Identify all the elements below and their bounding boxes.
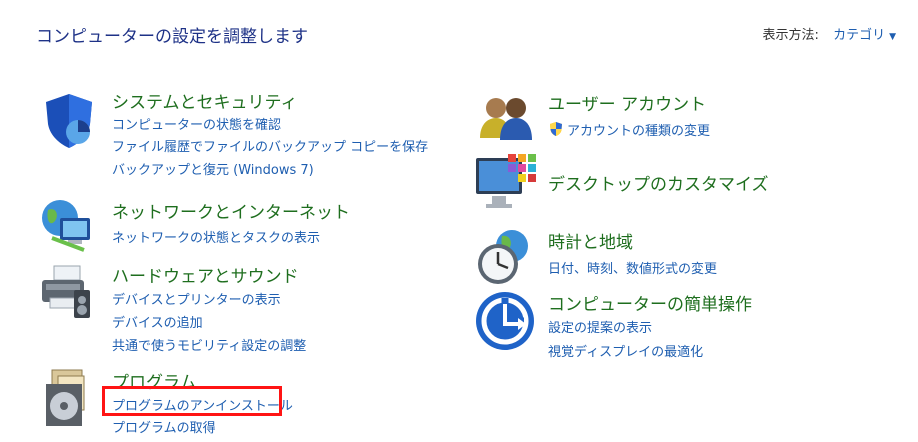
category-title[interactable]: ユーザー アカウント (548, 90, 706, 115)
link-backup-restore[interactable]: バックアップと復元 (Windows 7) (112, 159, 314, 178)
link-file-history[interactable]: ファイル履歴でファイルのバックアップ コピーを保存 (112, 136, 428, 155)
monitor-personalize-icon (476, 154, 536, 208)
category-title[interactable]: コンピューターの簡単操作 (548, 290, 752, 315)
link-optimize-display[interactable]: 視覚ディスプレイの最適化 (548, 341, 703, 360)
category-title[interactable]: 時計と地域 (548, 228, 633, 253)
security-shield-icon (46, 94, 92, 148)
link-add-device[interactable]: デバイスの追加 (112, 312, 203, 331)
view-by: 表示方法: カテゴリ ▼ (763, 24, 896, 43)
view-by-value[interactable]: カテゴリ (833, 28, 885, 43)
ease-of-access-icon (476, 292, 534, 350)
uac-shield-icon (550, 122, 562, 136)
link-get-programs[interactable]: プログラムの取得 (112, 417, 216, 436)
category-title[interactable]: ネットワークとインターネット (112, 198, 350, 223)
network-globe-icon (42, 200, 90, 252)
page-title: コンピューターの設定を調整します (36, 27, 308, 47)
category-title[interactable]: システムとセキュリティ (112, 88, 297, 113)
view-by-label: 表示方法: (762, 28, 819, 43)
clock-globe-icon (478, 230, 528, 284)
users-icon (480, 98, 532, 140)
link-suggested-settings[interactable]: 設定の提案の表示 (548, 317, 652, 336)
link-label[interactable]: アカウントの種類の変更 (567, 124, 710, 139)
highlight-box (102, 386, 282, 416)
view-by-dropdown[interactable]: カテゴリ ▼ (833, 28, 896, 43)
programs-disc-icon (46, 369, 85, 426)
category-title[interactable]: ハードウェアとサウンド (112, 262, 299, 287)
category-title[interactable]: デスクトップのカスタマイズ (548, 170, 769, 195)
link-mobility-settings[interactable]: 共通で使うモビリティ設定の調整 (112, 335, 306, 354)
link-check-status[interactable]: コンピューターの状態を確認 (112, 114, 281, 133)
printer-icon (42, 265, 90, 318)
link-network-status[interactable]: ネットワークの状態とタスクの表示 (112, 227, 320, 246)
link-change-account-type[interactable]: アカウントの種類の変更 (548, 120, 710, 139)
link-date-time-format[interactable]: 日付、時刻、数値形式の変更 (548, 258, 717, 277)
chevron-down-icon[interactable]: ▼ (889, 32, 896, 42)
link-devices-printers[interactable]: デバイスとプリンターの表示 (112, 289, 281, 308)
